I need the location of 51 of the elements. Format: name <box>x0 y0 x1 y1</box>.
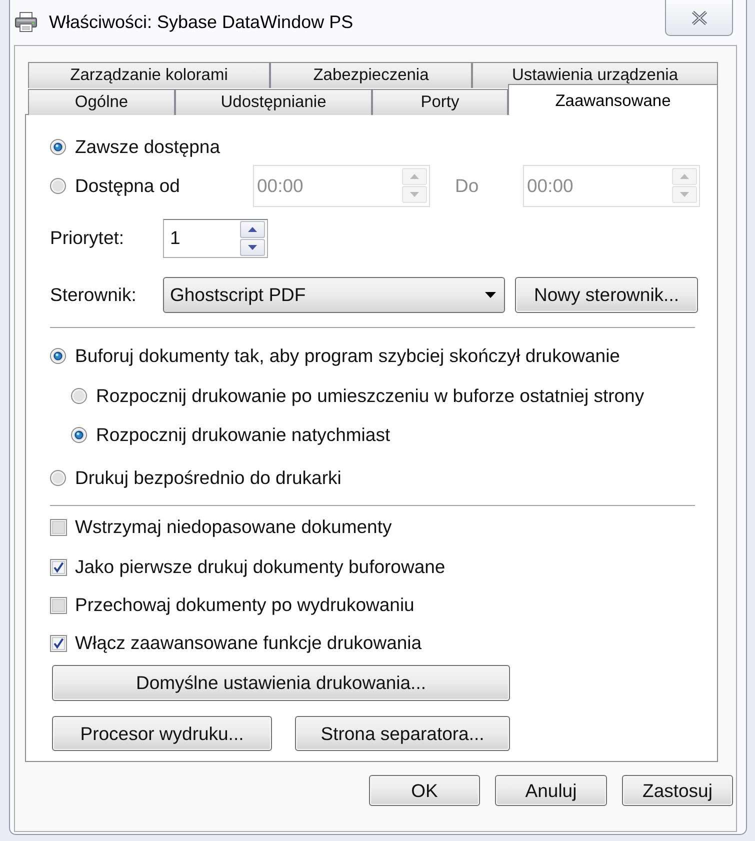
radio-icon[interactable] <box>50 178 66 194</box>
close-icon <box>690 10 708 24</box>
radio-icon[interactable] <box>71 427 87 443</box>
button[interactable]: Procesor wydruku... <box>52 716 272 751</box>
tab[interactable]: Zaawansowane <box>508 84 718 115</box>
checkbox-option[interactable]: Przechowaj dokumenty po wydrukowaniu <box>50 594 414 616</box>
checkbox-option[interactable]: Wstrzymaj niedopasowane dokumenty <box>50 516 392 538</box>
checkbox-icon[interactable] <box>50 518 67 536</box>
checkbox-icon[interactable] <box>50 634 67 652</box>
checkbox-icon[interactable] <box>50 596 67 614</box>
radio-icon[interactable] <box>50 348 66 364</box>
tab[interactable]: Porty <box>372 89 508 115</box>
radio-option[interactable]: Rozpocznij drukowanie natychmiast <box>71 424 390 446</box>
tab[interactable]: Udostępnianie <box>175 89 372 115</box>
radio-icon[interactable] <box>50 470 66 486</box>
tab[interactable]: Ogólne <box>28 89 175 115</box>
radio-option[interactable]: Zawsze dostępna <box>50 136 220 158</box>
spin-down-button[interactable] <box>240 238 265 256</box>
radio-option[interactable]: Drukuj bezpośrednio do drukarki <box>50 467 342 489</box>
caret-up-icon <box>680 174 689 179</box>
caret-down-icon <box>680 192 689 197</box>
radio-option[interactable]: Rozpocznij drukowanie po umieszczeniu w buforze ostatniej strony <box>71 385 644 407</box>
priority-field[interactable]: 1 <box>163 218 268 258</box>
button[interactable]: Zastosuj <box>622 775 733 806</box>
driver-dropdown[interactable]: Ghostscript PDF <box>163 277 505 313</box>
checkbox-icon[interactable] <box>50 558 67 576</box>
radio-icon[interactable] <box>50 139 66 155</box>
checkbox-option[interactable]: Jako pierwsze drukuj dokumenty buforowane <box>50 556 446 578</box>
checkbox-option[interactable]: Włącz zaawansowane funkcje drukowania <box>50 632 422 654</box>
caret-down-icon <box>485 292 496 298</box>
radio-option[interactable]: Dostępna od <box>50 174 180 196</box>
radio-option[interactable]: Buforuj dokumenty tak, aby program szybciej skończył drukowanie <box>50 345 620 367</box>
window-title: Właściwości: Sybase DataWindow PS <box>49 10 354 34</box>
close-button[interactable] <box>665 0 733 36</box>
caret-up-icon <box>248 226 257 232</box>
button[interactable]: Nowy sterownik... <box>515 277 698 313</box>
printer-icon <box>15 12 37 32</box>
to-label: Do <box>455 174 479 198</box>
caret-down-icon <box>248 244 257 250</box>
radio-icon[interactable] <box>71 388 87 404</box>
button[interactable]: Strona separatora... <box>295 716 510 751</box>
button[interactable]: Anuluj <box>495 775 607 806</box>
field-label: Priorytet: <box>50 226 126 250</box>
caret-up-icon <box>410 174 419 179</box>
button[interactable]: Domyślne ustawienia drukowania... <box>52 665 510 701</box>
caret-down-icon <box>410 192 419 197</box>
field-label: Sterownik: <box>50 283 138 308</box>
tab[interactable]: Zabezpieczenia <box>270 62 472 88</box>
spin-up-button[interactable] <box>240 220 265 238</box>
button[interactable]: OK <box>369 775 480 806</box>
tab[interactable]: Zarządzanie kolorami <box>28 62 270 88</box>
